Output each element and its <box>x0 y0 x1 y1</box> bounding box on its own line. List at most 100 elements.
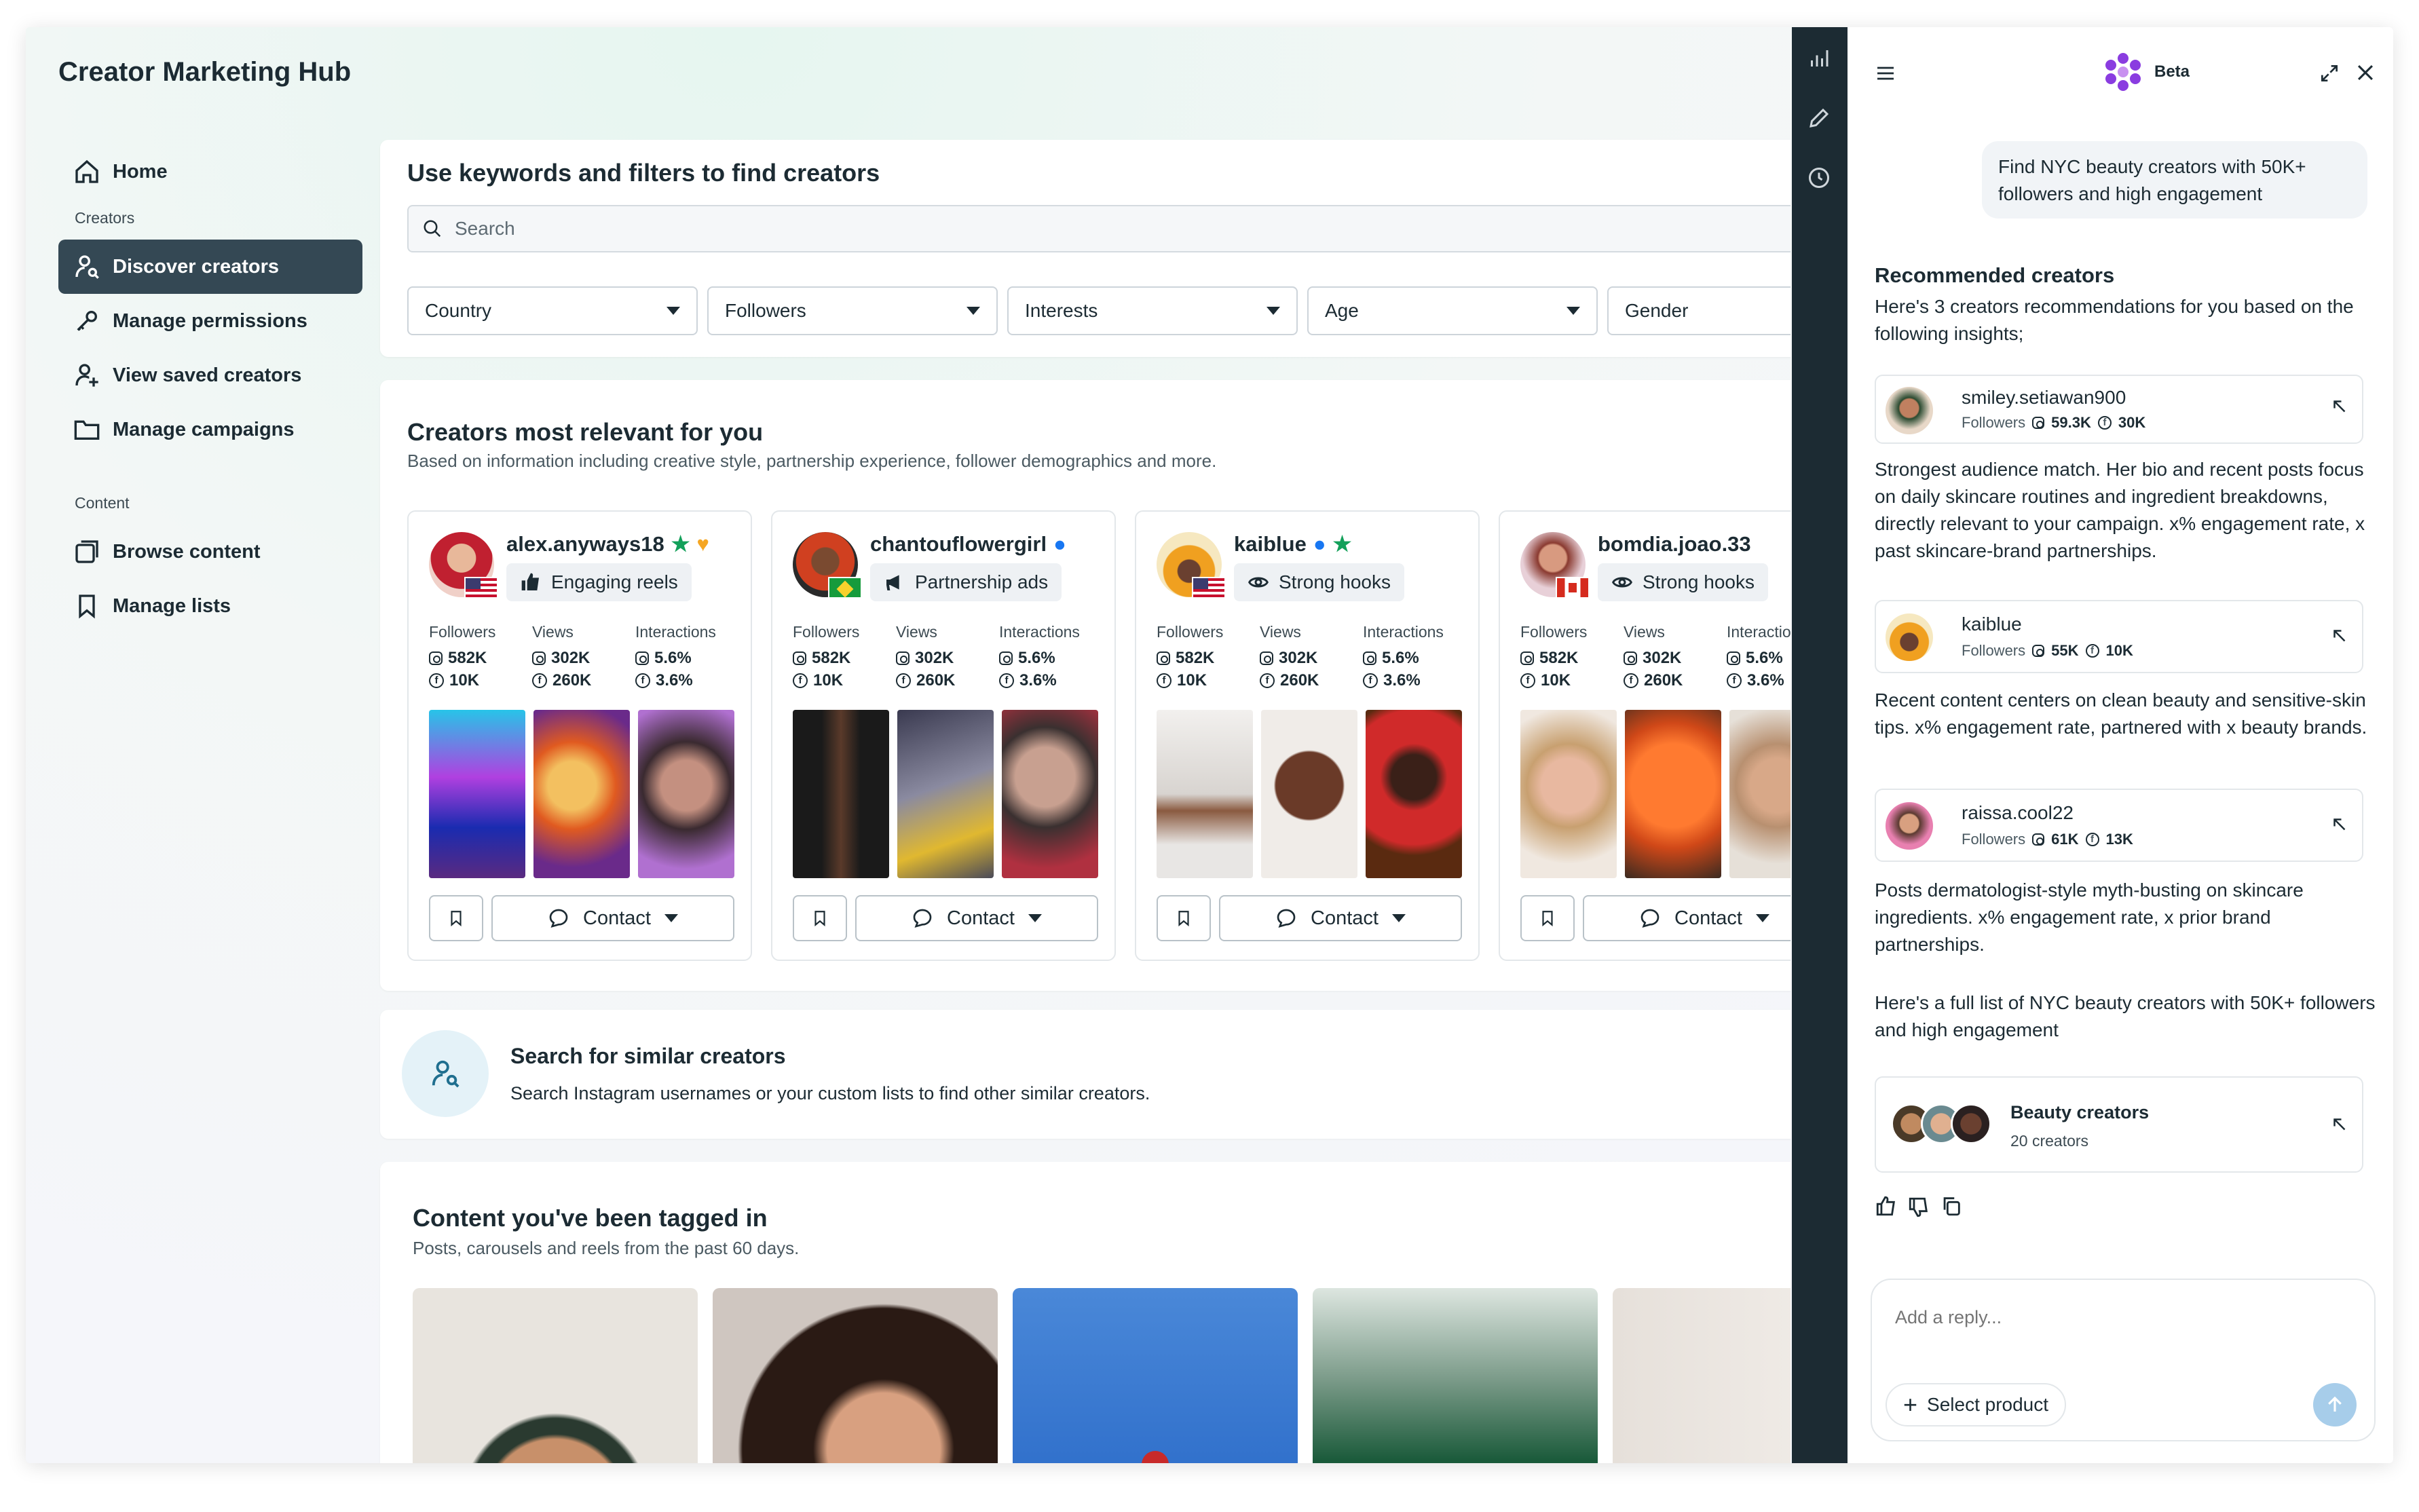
post-thumbnail[interactable] <box>1366 710 1462 878</box>
tagged-thumbnail[interactable] <box>1313 1288 1598 1463</box>
search-input[interactable] <box>455 218 1790 240</box>
stat-label: Views <box>532 623 574 641</box>
open-arrow-icon[interactable] <box>2329 1114 2350 1135</box>
thumbs-up-icon[interactable] <box>1875 1194 1898 1217</box>
open-arrow-icon[interactable] <box>2329 396 2350 417</box>
save-creator-button[interactable] <box>429 895 483 941</box>
creator-stats: Followers 582K f 10K Views 302K f 260K Interac… <box>793 623 1102 692</box>
username-text: alex.anyways18 <box>506 532 664 556</box>
post-thumbnail[interactable] <box>1520 710 1617 878</box>
facebook-icon: f <box>429 673 444 688</box>
stat-label: Followers <box>1520 623 1588 641</box>
nav-manage-campaigns[interactable]: Manage campaigns <box>58 402 362 457</box>
stat-value: 582K <box>448 649 487 667</box>
filter-followers[interactable]: Followers <box>707 286 998 335</box>
creator-card[interactable]: bomdia.joao.33 Strong hooks Followers 582… <box>1499 510 1790 961</box>
filter-gender[interactable]: Gender <box>1607 286 1790 335</box>
list-count: 20 creators <box>2010 1132 2089 1150</box>
nav-browse-content[interactable]: Browse content <box>58 525 362 579</box>
user-message: Find NYC beauty creators with 50K+ follo… <box>1982 141 2367 219</box>
select-product-button[interactable]: + Select product <box>1886 1383 2067 1426</box>
creator-card[interactable]: kaiblue ● ★ Strong hooks Followers 582K f 10K… <box>1135 510 1480 961</box>
send-button[interactable] <box>2313 1383 2357 1426</box>
gallery-icon <box>75 540 98 563</box>
search-bar[interactable] <box>407 205 1790 252</box>
recommended-creator-card[interactable]: kaiblue Followers 55K f 10K <box>1875 600 2363 673</box>
thumbs-down-icon[interactable] <box>1907 1196 1930 1219</box>
creator-thumbnails <box>1157 710 1462 878</box>
filter-age[interactable]: Age <box>1307 286 1598 335</box>
history-icon[interactable] <box>1807 166 1831 190</box>
post-thumbnail[interactable] <box>793 710 889 878</box>
contact-button[interactable]: Contact <box>1219 895 1462 941</box>
tagged-thumbnail[interactable] <box>1613 1288 1790 1463</box>
assistant-panel: Beta Find NYC beauty creators with 50K+ … <box>1848 27 2393 1463</box>
creator-card[interactable]: alex.anyways18 ★ ♥ Engaging reels Follower… <box>407 510 752 961</box>
list-title: Beauty creators <box>2010 1102 2150 1122</box>
contact-button[interactable]: Contact <box>491 895 734 941</box>
post-thumbnail[interactable] <box>1261 710 1357 878</box>
rec-insight: Strongest audience match. Her bio and re… <box>1875 459 2365 561</box>
recommended-creator-card[interactable]: raissa.cool22 Followers 61K f 13K <box>1875 789 2363 862</box>
post-thumbnail[interactable] <box>429 710 525 878</box>
stat-value: 302K <box>551 649 590 667</box>
rec-insight: Posts dermatologist-style myth-busting o… <box>1875 880 2304 955</box>
stat-value: 5.6% <box>1382 649 1419 667</box>
tagged-thumbnail[interactable] <box>713 1288 998 1463</box>
nav-view-saved-creators[interactable]: View saved creators <box>58 348 362 402</box>
post-thumbnail[interactable] <box>1625 710 1721 878</box>
post-thumbnail[interactable] <box>1002 710 1098 878</box>
open-arrow-icon[interactable] <box>2329 814 2350 835</box>
stat-value: 302K <box>915 649 954 667</box>
contact-button[interactable]: Contact <box>1583 895 1790 941</box>
tagged-thumbnail[interactable] <box>413 1288 698 1463</box>
rec-meta: Followers 55K f 10K <box>1962 642 2133 660</box>
filter-country[interactable]: Country <box>407 286 698 335</box>
reply-box[interactable]: + Select product <box>1871 1279 2376 1441</box>
nav-discover-creators[interactable]: Discover creators <box>58 240 362 294</box>
save-creator-button[interactable] <box>793 895 847 941</box>
save-creator-button[interactable] <box>1157 895 1211 941</box>
stat-label: Views <box>1260 623 1301 641</box>
creator-list-card[interactable]: Beauty creators 20 creators <box>1875 1076 2363 1173</box>
post-thumbnail[interactable] <box>1157 710 1253 878</box>
contact-button[interactable]: Contact <box>855 895 1098 941</box>
save-creator-button[interactable] <box>1520 895 1575 941</box>
creator-stats: Followers 582K f 10K Views 302K f 260K Interac… <box>429 623 738 692</box>
nav-manage-lists[interactable]: Manage lists <box>58 579 362 633</box>
app-window: Creator Marketing Hub Home Creators Disc… <box>26 27 2393 1463</box>
post-thumbnail[interactable] <box>1729 710 1790 878</box>
plus-icon: + <box>1903 1391 1918 1418</box>
post-thumbnail[interactable] <box>897 710 994 878</box>
reply-input[interactable] <box>1895 1307 2329 1328</box>
search-card: Use keywords and filters to find creator… <box>380 140 1790 357</box>
bar-chart-icon[interactable] <box>1807 46 1831 71</box>
open-arrow-icon[interactable] <box>2329 626 2350 646</box>
recommended-creator-card[interactable]: smiley.setiawan900 Followers 59.3K f 30K <box>1875 375 2363 444</box>
similar-creators-card[interactable]: Search for similar creators Search Insta… <box>380 1010 1790 1139</box>
caret-down-icon <box>667 307 680 315</box>
pencil-icon[interactable] <box>1807 106 1831 130</box>
facebook-icon: f <box>1157 673 1171 688</box>
creator-thumbnails <box>1520 710 1790 878</box>
nav-manage-permissions[interactable]: Manage permissions <box>58 294 362 348</box>
tagged-thumbnail[interactable] <box>1013 1288 1298 1463</box>
creator-badge: Strong hooks <box>1234 563 1404 601</box>
post-thumbnail[interactable] <box>638 710 734 878</box>
nav-home[interactable]: Home <box>58 145 362 199</box>
caret-down-icon <box>664 914 678 922</box>
creator-badge: Strong hooks <box>1598 563 1768 601</box>
stat-value: 582K <box>1176 649 1215 667</box>
bookmark-icon <box>814 911 825 927</box>
caret-down-icon <box>1567 307 1580 315</box>
close-icon[interactable] <box>2354 61 2377 84</box>
copy-icon[interactable] <box>1940 1194 1963 1217</box>
bookmark-icon <box>1542 911 1553 927</box>
post-thumbnail[interactable] <box>533 710 630 878</box>
creator-thumbnails <box>429 710 734 878</box>
chat-bubble-icon <box>913 909 932 928</box>
creator-card[interactable]: chantouflowergirl ● Partnership ads Follo… <box>771 510 1116 961</box>
filter-interests[interactable]: Interests <box>1007 286 1298 335</box>
expand-icon[interactable] <box>2319 62 2340 84</box>
menu-icon[interactable] <box>1875 62 1896 84</box>
